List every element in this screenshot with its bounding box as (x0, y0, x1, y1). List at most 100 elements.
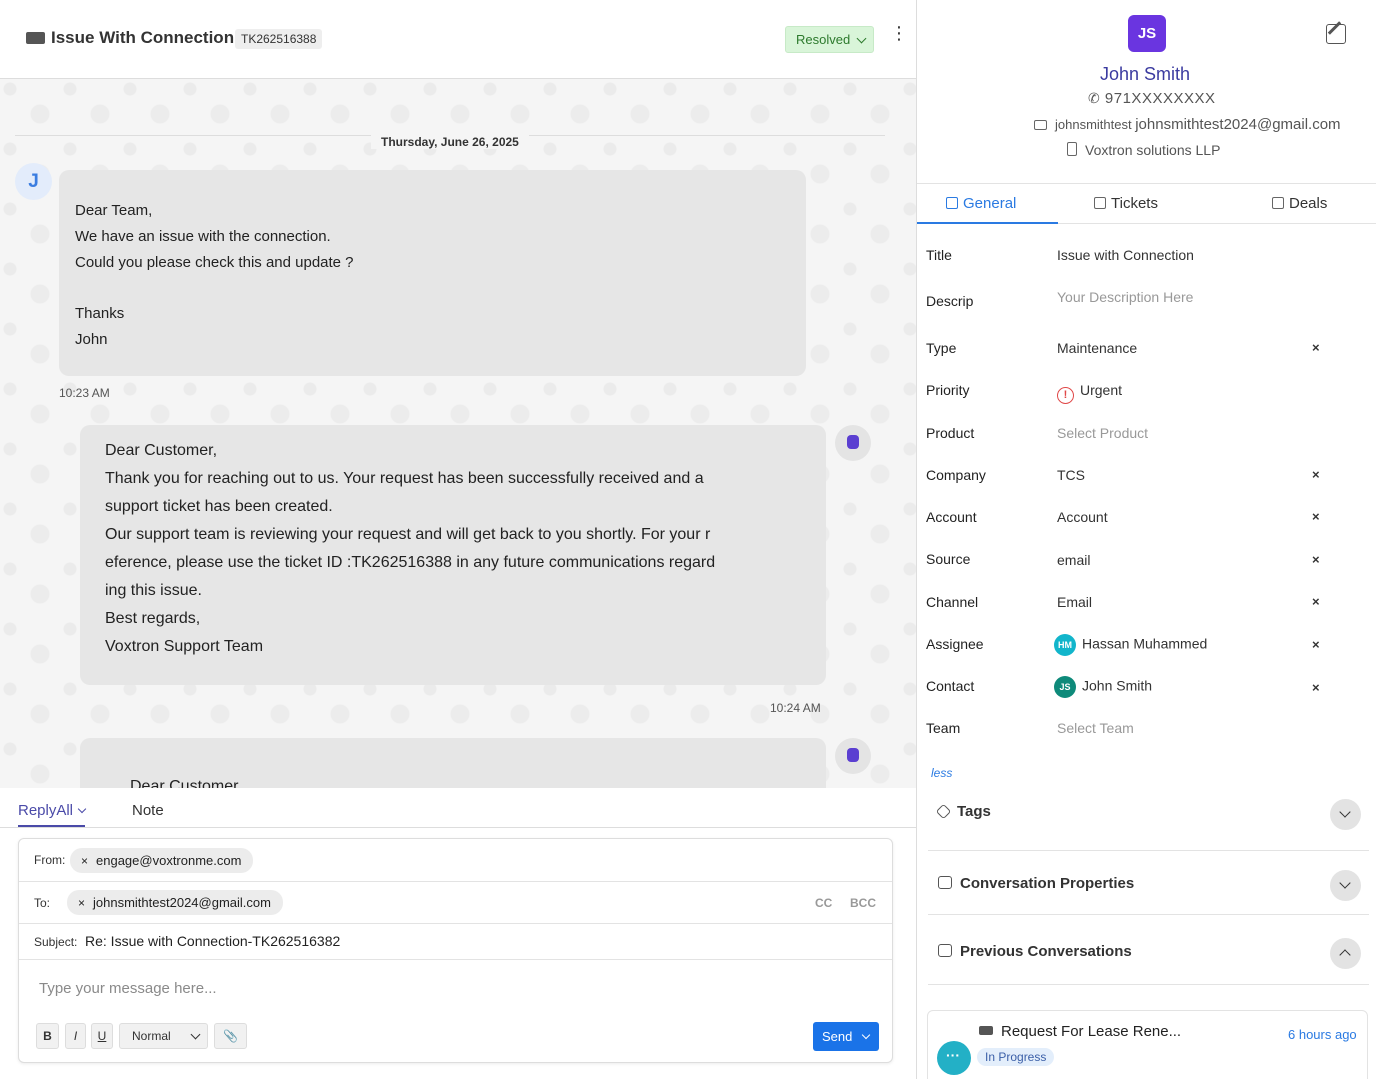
alert-icon: ! (1057, 387, 1074, 404)
field-value[interactable]: ! Urgent (1057, 382, 1122, 404)
field-value[interactable]: Your Description Here (1057, 289, 1193, 305)
chevron-up-icon[interactable] (1330, 938, 1361, 969)
field-label: Descrip (926, 293, 974, 309)
field-team[interactable]: Team Select Team (917, 720, 1376, 760)
previous-conversation-card[interactable]: Request For Lease Rene... 6 hours ago In… (927, 1010, 1368, 1079)
field-value[interactable]: Email (1057, 594, 1092, 610)
from-chip[interactable]: × engage@voxtronme.com (70, 848, 254, 873)
clear-icon[interactable]: × (1312, 340, 1320, 355)
to-chip[interactable]: × johnsmithtest2024@gmail.com (67, 890, 283, 915)
field-value[interactable]: Select Team (1057, 720, 1134, 736)
detail-tabs: General Tickets Deals (917, 183, 1376, 224)
tab-note[interactable]: Note (132, 802, 164, 819)
field-account[interactable]: Account Account × (917, 509, 1376, 549)
field-assignee[interactable]: Assignee HM Hassan Muhammed × (917, 634, 1376, 674)
less-link[interactable]: less (931, 766, 952, 780)
field-value[interactable]: TCS (1057, 467, 1085, 483)
company-name: Voxtron solutions LLP (1085, 142, 1221, 158)
field-value[interactable]: email (1057, 552, 1090, 568)
tab-deals[interactable]: Deals (1272, 195, 1327, 212)
message-line: Thanks (75, 305, 125, 323)
chevron-down-icon[interactable] (1330, 799, 1361, 830)
clear-icon[interactable]: × (1312, 594, 1320, 609)
ticket-icon (26, 32, 45, 44)
status-dropdown[interactable]: Resolved (785, 26, 874, 53)
mail-icon (1034, 120, 1047, 130)
tab-tickets[interactable]: Tickets (1094, 195, 1158, 212)
kebab-menu-icon[interactable]: ⋮ (890, 24, 908, 48)
tab-tickets-label: Tickets (1111, 195, 1158, 212)
send-button[interactable]: Send (813, 1022, 879, 1051)
ticket-icon (979, 1026, 993, 1035)
cc-button[interactable]: CC (815, 896, 832, 910)
field-source[interactable]: Source email × (917, 551, 1376, 591)
field-value[interactable]: Account (1057, 509, 1108, 525)
bcc-button[interactable]: BCC (850, 896, 876, 910)
edit-icon[interactable] (1326, 24, 1346, 44)
field-value[interactable]: Issue with Connection (1057, 247, 1194, 263)
section-title: Conversation Properties (938, 875, 1134, 892)
contact-company: Voxtron solutions LLP (1067, 142, 1220, 158)
underline-button[interactable]: U (91, 1023, 113, 1049)
clear-icon[interactable]: × (1312, 467, 1320, 482)
chevron-down-icon (856, 33, 867, 44)
compose-box: From: × engage@voxtronme.com To: × johnsmi… (18, 838, 893, 1063)
paperclip-icon[interactable]: 📎 (214, 1023, 247, 1049)
bold-button[interactable]: B (36, 1023, 59, 1049)
prev-title-text: Request For Lease Rene... (1001, 1023, 1182, 1040)
tags-label: Tags (957, 803, 991, 820)
field-value[interactable]: HM Hassan Muhammed (1054, 634, 1207, 656)
field-contact[interactable]: Contact JS John Smith × (917, 676, 1376, 716)
message-line: Our support team is reviewing your reque… (105, 526, 711, 543)
clear-icon[interactable]: × (1312, 680, 1320, 695)
message-time: 10:23 AM (59, 386, 110, 400)
remove-icon[interactable]: × (78, 896, 85, 910)
to-row: To: × johnsmithtest2024@gmail.com CC BCC (19, 882, 892, 924)
priority-value: Urgent (1080, 382, 1123, 398)
field-label: Assignee (926, 636, 984, 652)
format-dropdown[interactable]: Normal (119, 1023, 208, 1049)
field-value[interactable]: Select Product (1057, 425, 1148, 441)
field-label: Type (926, 340, 957, 356)
ticket-header: Issue With Connection TK262516388 Resolv… (0, 0, 916, 79)
field-title[interactable]: Title Issue with Connection (917, 247, 1376, 287)
bot-icon (835, 738, 871, 774)
tags-section[interactable]: Tags (928, 785, 1369, 851)
customer-message: Dear Team, We have an issue with the con… (59, 170, 806, 376)
conversation-properties-section[interactable]: Conversation Properties (928, 851, 1369, 915)
chevron-down-icon[interactable] (1330, 870, 1361, 901)
to-email: johnsmithtest2024@gmail.com (93, 895, 271, 910)
message-thread[interactable]: Thursday, June 26, 2025 J Dear Team, We … (0, 79, 916, 788)
prev-conv-label: Previous Conversations (960, 943, 1132, 960)
message-input[interactable]: Type your message here... (39, 980, 217, 997)
document-icon (946, 197, 958, 209)
message-line: Dear Team, (75, 202, 153, 219)
previous-conversations-section[interactable]: Previous Conversations (928, 919, 1369, 985)
field-priority[interactable]: Priority ! Urgent (917, 382, 1376, 422)
field-value[interactable]: JS John Smith (1054, 676, 1152, 698)
from-row: From: × engage@voxtronme.com (19, 839, 892, 882)
field-value[interactable]: Maintenance (1057, 340, 1137, 356)
chevron-down-icon (861, 1030, 871, 1040)
tag-icon (935, 803, 952, 820)
remove-icon[interactable]: × (81, 854, 88, 868)
message-line: Best regards, (105, 610, 201, 627)
tab-general[interactable]: General (946, 195, 1016, 212)
message-line: John (75, 330, 108, 348)
active-tab-indicator (917, 222, 1058, 224)
subject-row[interactable]: Subject: Re: Issue with Connection-TK262… (19, 924, 892, 960)
tab-reply-all[interactable]: ReplyAll (18, 802, 87, 827)
clear-icon[interactable]: × (1312, 637, 1320, 652)
message-line: Dear Customer (130, 778, 239, 788)
status-label: Resolved (796, 32, 851, 47)
field-company[interactable]: Company TCS × (917, 467, 1376, 507)
field-product[interactable]: Product Select Product (917, 425, 1376, 465)
italic-button[interactable]: I (65, 1023, 86, 1049)
clear-icon[interactable]: × (1312, 552, 1320, 567)
field-description[interactable]: Descrip Your Description Here (917, 289, 1376, 333)
field-channel[interactable]: Channel Email × (917, 594, 1376, 634)
clear-icon[interactable]: × (1312, 509, 1320, 524)
subject-input[interactable]: Re: Issue with Connection-TK262516382 (85, 933, 340, 949)
field-type[interactable]: Type Maintenance × (917, 340, 1376, 380)
contact-name[interactable]: John Smith (1100, 64, 1190, 85)
